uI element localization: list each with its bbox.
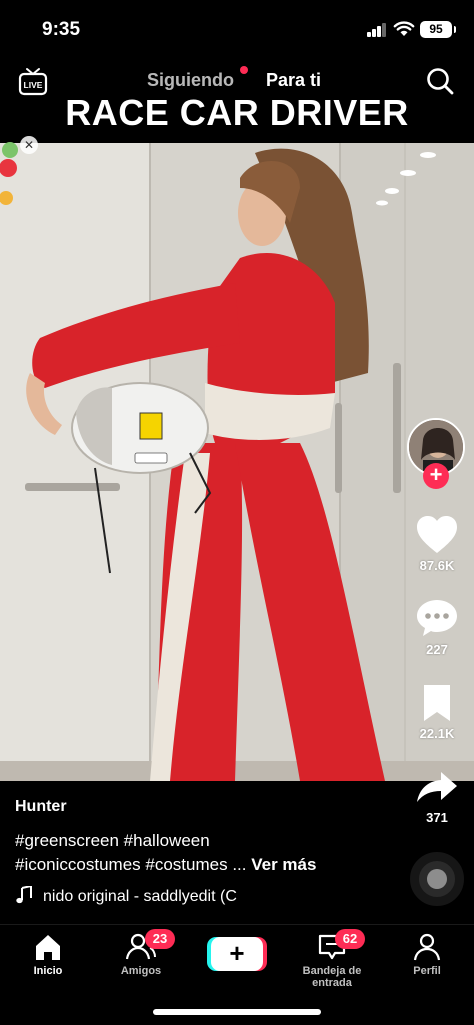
friends-badge: 23 — [145, 929, 175, 949]
close-icon[interactable]: ✕ — [20, 136, 38, 154]
profile-icon — [413, 933, 441, 961]
comment-count: 227 — [426, 642, 448, 657]
tab-inbox[interactable]: Bandeja de entrada 62 — [284, 929, 380, 989]
video-caption: #greenscreen #halloween #iconiccostumes … — [15, 829, 405, 877]
tab-home[interactable]: Inicio — [28, 933, 68, 977]
share-icon[interactable] — [415, 768, 459, 808]
bookmark-count: 22.1K — [419, 726, 455, 741]
bookmark-icon[interactable] — [415, 683, 459, 723]
music-note-icon — [16, 886, 32, 904]
comment-icon[interactable] — [415, 598, 459, 638]
cellular-signal-icon — [367, 23, 387, 37]
inbox-badge: 62 — [335, 929, 365, 949]
tab-for-you[interactable]: Para ti — [266, 70, 321, 91]
sound-row[interactable]: nido original - saddlyedit (C — [15, 886, 237, 906]
tab-following[interactable]: Siguiendo — [147, 70, 234, 91]
wifi-icon — [393, 21, 415, 36]
video-player[interactable] — [0, 143, 474, 781]
svg-text:LIVE: LIVE — [24, 80, 43, 90]
tab-profile-label: Perfil — [413, 965, 441, 977]
like-count: 87.6K — [419, 558, 455, 573]
status-time: 9:35 — [42, 19, 81, 40]
follow-button[interactable]: + — [423, 463, 449, 489]
tab-friends-label: Amigos — [120, 965, 162, 977]
heart-icon[interactable] — [415, 515, 459, 555]
caption-hashtags-line[interactable]: #greenscreen #halloween — [15, 829, 405, 853]
battery-indicator: 95 — [420, 21, 456, 38]
tab-friends[interactable]: Amigos 23 — [116, 929, 175, 977]
home-icon — [36, 935, 60, 960]
video-frame-image — [0, 143, 474, 781]
sound-disc-icon[interactable] — [410, 852, 464, 906]
share-count: 371 — [426, 810, 448, 825]
notification-dot — [240, 66, 248, 74]
creator-username[interactable]: Hunter — [15, 798, 67, 816]
status-bar: 9:35 95 — [0, 0, 474, 58]
tab-home-label: Inicio — [33, 965, 63, 977]
video-overlay-title: RACE CAR DRIVER — [65, 92, 409, 133]
sound-title: nido original - saddlyedit (C — [43, 888, 237, 905]
home-indicator — [153, 1009, 321, 1015]
see-more-link[interactable]: Ver más — [251, 855, 316, 874]
tab-profile[interactable]: Perfil — [406, 933, 448, 977]
tab-inbox-label: Bandeja de entrada — [302, 965, 362, 989]
gift-balloon-icon[interactable] — [0, 140, 22, 210]
caption-hashtags-line-2[interactable]: #iconiccostumes #costumes ... — [15, 855, 246, 874]
create-button[interactable]: + — [211, 937, 263, 971]
